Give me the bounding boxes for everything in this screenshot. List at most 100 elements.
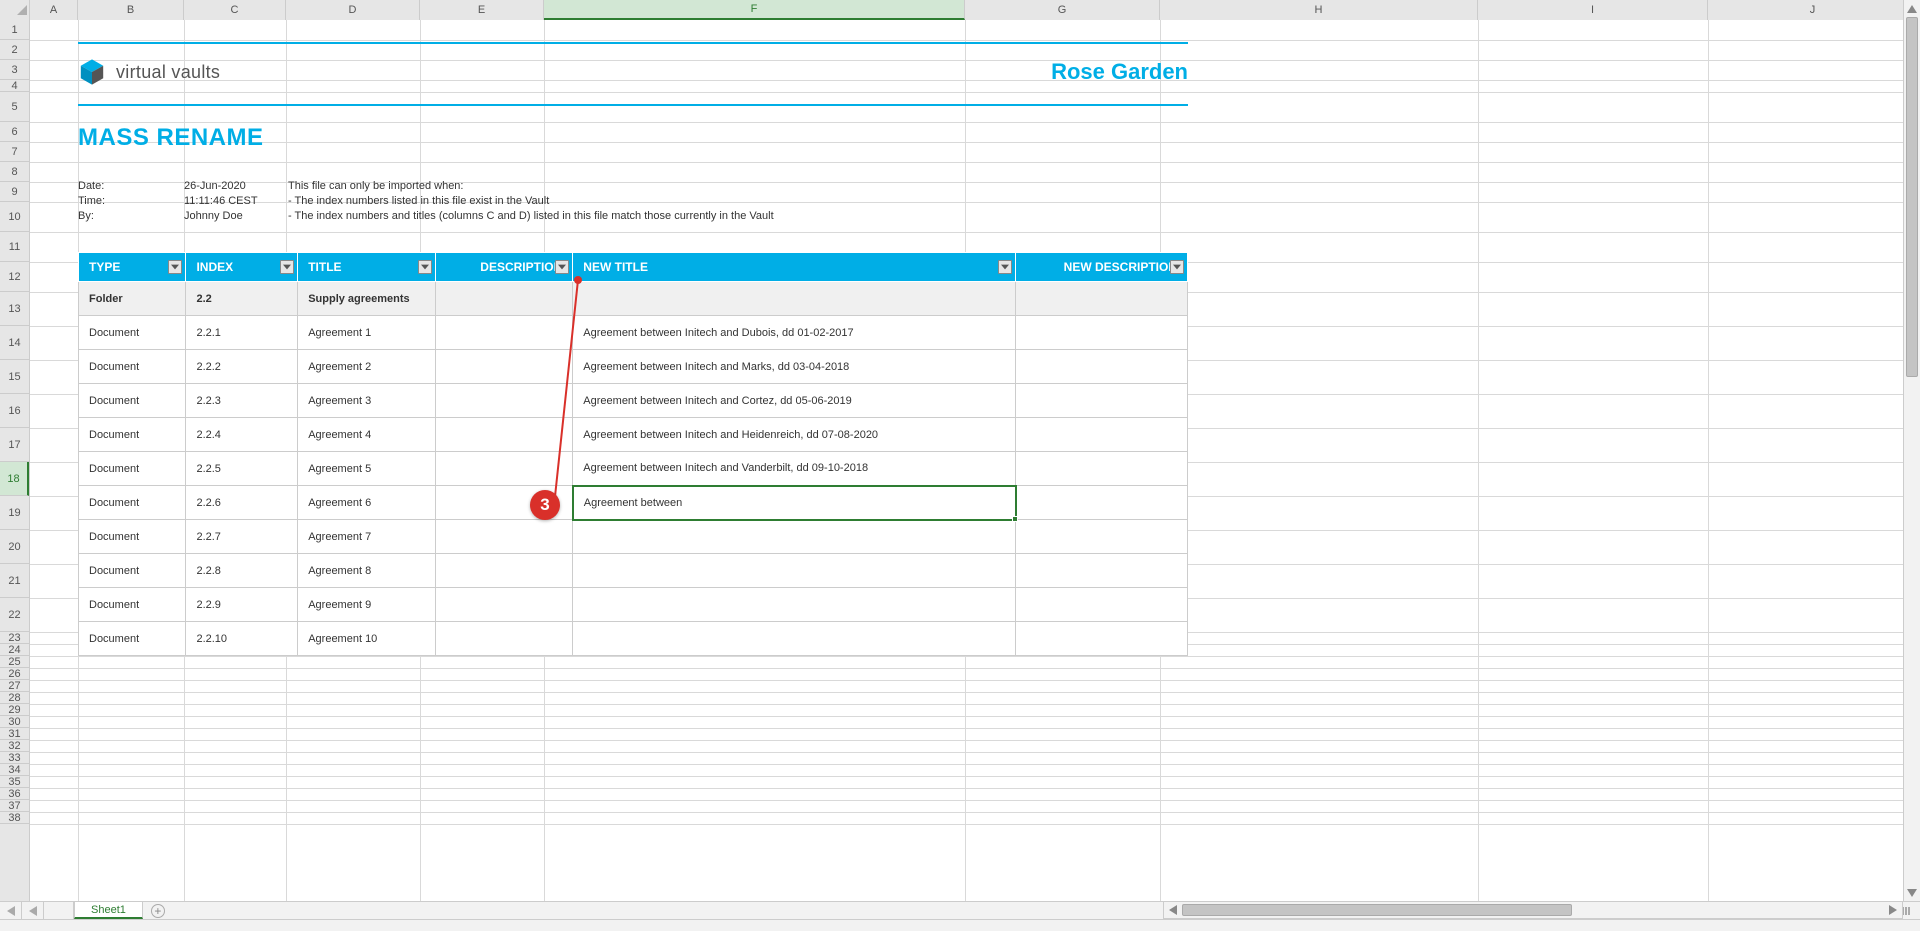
- header-type[interactable]: TYPE: [79, 253, 186, 282]
- vertical-scrollbar[interactable]: [1903, 0, 1920, 901]
- column-header[interactable]: B: [78, 0, 184, 20]
- row-header[interactable]: 35: [0, 776, 29, 788]
- row-header[interactable]: 21: [0, 564, 29, 598]
- row-header[interactable]: 23: [0, 632, 29, 644]
- row-header[interactable]: 17: [0, 428, 29, 462]
- row-header[interactable]: 24: [0, 644, 29, 656]
- cell-description[interactable]: [435, 282, 573, 316]
- row-header[interactable]: 27: [0, 680, 29, 692]
- cell-index[interactable]: 2.2.1: [186, 316, 298, 350]
- row-header[interactable]: 38: [0, 812, 29, 824]
- row-header[interactable]: 29: [0, 704, 29, 716]
- cell-new-description[interactable]: [1016, 486, 1188, 520]
- cell-index[interactable]: 2.2.8: [186, 554, 298, 588]
- row-header[interactable]: 28: [0, 692, 29, 704]
- cell-type[interactable]: Document: [79, 316, 186, 350]
- column-header[interactable]: J: [1708, 0, 1918, 20]
- cell-new-title[interactable]: Agreement between Initech and Vanderbilt…: [573, 452, 1016, 486]
- cell-type[interactable]: Document: [79, 452, 186, 486]
- row-header[interactable]: 20: [0, 530, 29, 564]
- cell-new-description[interactable]: [1016, 588, 1188, 622]
- cell-index[interactable]: 2.2.2: [186, 350, 298, 384]
- row-header[interactable]: 2: [0, 40, 29, 60]
- column-header[interactable]: C: [184, 0, 286, 20]
- row-header[interactable]: 4: [0, 80, 29, 92]
- scroll-right-arrow-icon[interactable]: [1884, 902, 1902, 918]
- sheet-tab[interactable]: Sheet1: [74, 902, 143, 919]
- cell-description[interactable]: [435, 418, 573, 452]
- cell-title[interactable]: Agreement 7: [298, 520, 436, 554]
- filter-dropdown-icon[interactable]: [280, 260, 294, 274]
- cell-title[interactable]: Agreement 4: [298, 418, 436, 452]
- cell-index[interactable]: 2.2.3: [186, 384, 298, 418]
- row-header[interactable]: 15: [0, 360, 29, 394]
- cell-type[interactable]: Document: [79, 554, 186, 588]
- filter-dropdown-icon[interactable]: [998, 260, 1012, 274]
- row-header[interactable]: 11: [0, 232, 29, 262]
- header-new-description[interactable]: NEW DESCRIPTION: [1016, 253, 1188, 282]
- row-header[interactable]: 31: [0, 728, 29, 740]
- header-index[interactable]: INDEX: [186, 253, 298, 282]
- scroll-down-arrow-icon[interactable]: [1904, 884, 1920, 901]
- cell-new-title[interactable]: Agreement between: [573, 486, 1016, 520]
- cell-index[interactable]: 2.2.5: [186, 452, 298, 486]
- cell-title[interactable]: Agreement 6: [298, 486, 436, 520]
- table-row[interactable]: Document2.2.10Agreement 10: [79, 622, 1188, 656]
- cell-index[interactable]: 2.2.4: [186, 418, 298, 452]
- cell-new-description[interactable]: [1016, 418, 1188, 452]
- cell-new-title[interactable]: [573, 520, 1016, 554]
- fill-handle[interactable]: [1012, 516, 1018, 522]
- spreadsheet-grid[interactable]: virtual vaults Rose Garden MASS RENAME D…: [30, 20, 1903, 901]
- header-description[interactable]: DESCRIPTION: [435, 253, 573, 282]
- cell-new-description[interactable]: [1016, 316, 1188, 350]
- cell-description[interactable]: [435, 316, 573, 350]
- cell-type[interactable]: Document: [79, 486, 186, 520]
- cell-type[interactable]: Folder: [79, 282, 186, 316]
- column-header[interactable]: G: [965, 0, 1160, 20]
- cell-type[interactable]: Document: [79, 384, 186, 418]
- column-header[interactable]: D: [286, 0, 420, 20]
- cell-title[interactable]: Agreement 3: [298, 384, 436, 418]
- row-header[interactable]: 1: [0, 20, 29, 40]
- column-header[interactable]: H: [1160, 0, 1478, 20]
- cell-new-description[interactable]: [1016, 350, 1188, 384]
- table-row[interactable]: Document2.2.5Agreement 5Agreement betwee…: [79, 452, 1188, 486]
- cell-new-description[interactable]: [1016, 554, 1188, 588]
- table-row[interactable]: Document2.2.3Agreement 3 Agreement betwee…: [79, 384, 1188, 418]
- header-title[interactable]: TITLE: [298, 253, 436, 282]
- cell-type[interactable]: Document: [79, 520, 186, 554]
- cell-new-description[interactable]: [1016, 452, 1188, 486]
- cell-title[interactable]: Agreement 8: [298, 554, 436, 588]
- cell-description[interactable]: [435, 384, 573, 418]
- cell-type[interactable]: Document: [79, 350, 186, 384]
- filter-dropdown-icon[interactable]: [168, 260, 182, 274]
- cell-title[interactable]: Agreement 1: [298, 316, 436, 350]
- cell-type[interactable]: Document: [79, 418, 186, 452]
- row-header[interactable]: 19: [0, 496, 29, 530]
- row-header[interactable]: 8: [0, 162, 29, 182]
- row-header[interactable]: 16: [0, 394, 29, 428]
- cell-new-title[interactable]: [573, 554, 1016, 588]
- row-header[interactable]: 37: [0, 800, 29, 812]
- cell-index[interactable]: 2.2.9: [186, 588, 298, 622]
- select-all-corner[interactable]: [0, 0, 30, 20]
- cell-new-title[interactable]: Agreement between Initech and Cortez, dd…: [573, 384, 1016, 418]
- cell-title[interactable]: Supply agreements: [298, 282, 436, 316]
- column-header[interactable]: E: [420, 0, 544, 20]
- table-row[interactable]: Document2.2.9Agreement 9: [79, 588, 1188, 622]
- filter-dropdown-icon[interactable]: [555, 260, 569, 274]
- cell-new-description[interactable]: [1016, 384, 1188, 418]
- cell-new-description[interactable]: [1016, 622, 1188, 656]
- cell-index[interactable]: 2.2: [186, 282, 298, 316]
- horizontal-scrollbar[interactable]: [1163, 901, 1903, 919]
- cell-description[interactable]: [435, 588, 573, 622]
- cell-title[interactable]: Agreement 2: [298, 350, 436, 384]
- cell-title[interactable]: Agreement 10: [298, 622, 436, 656]
- cell-index[interactable]: 2.2.7: [186, 520, 298, 554]
- table-row[interactable]: Document2.2.8Agreement 8: [79, 554, 1188, 588]
- cell-index[interactable]: 2.2.10: [186, 622, 298, 656]
- row-header[interactable]: 12: [0, 262, 29, 292]
- row-header[interactable]: 7: [0, 142, 29, 162]
- filter-dropdown-icon[interactable]: [418, 260, 432, 274]
- cell-new-title[interactable]: Agreement between Initech and Heidenreic…: [573, 418, 1016, 452]
